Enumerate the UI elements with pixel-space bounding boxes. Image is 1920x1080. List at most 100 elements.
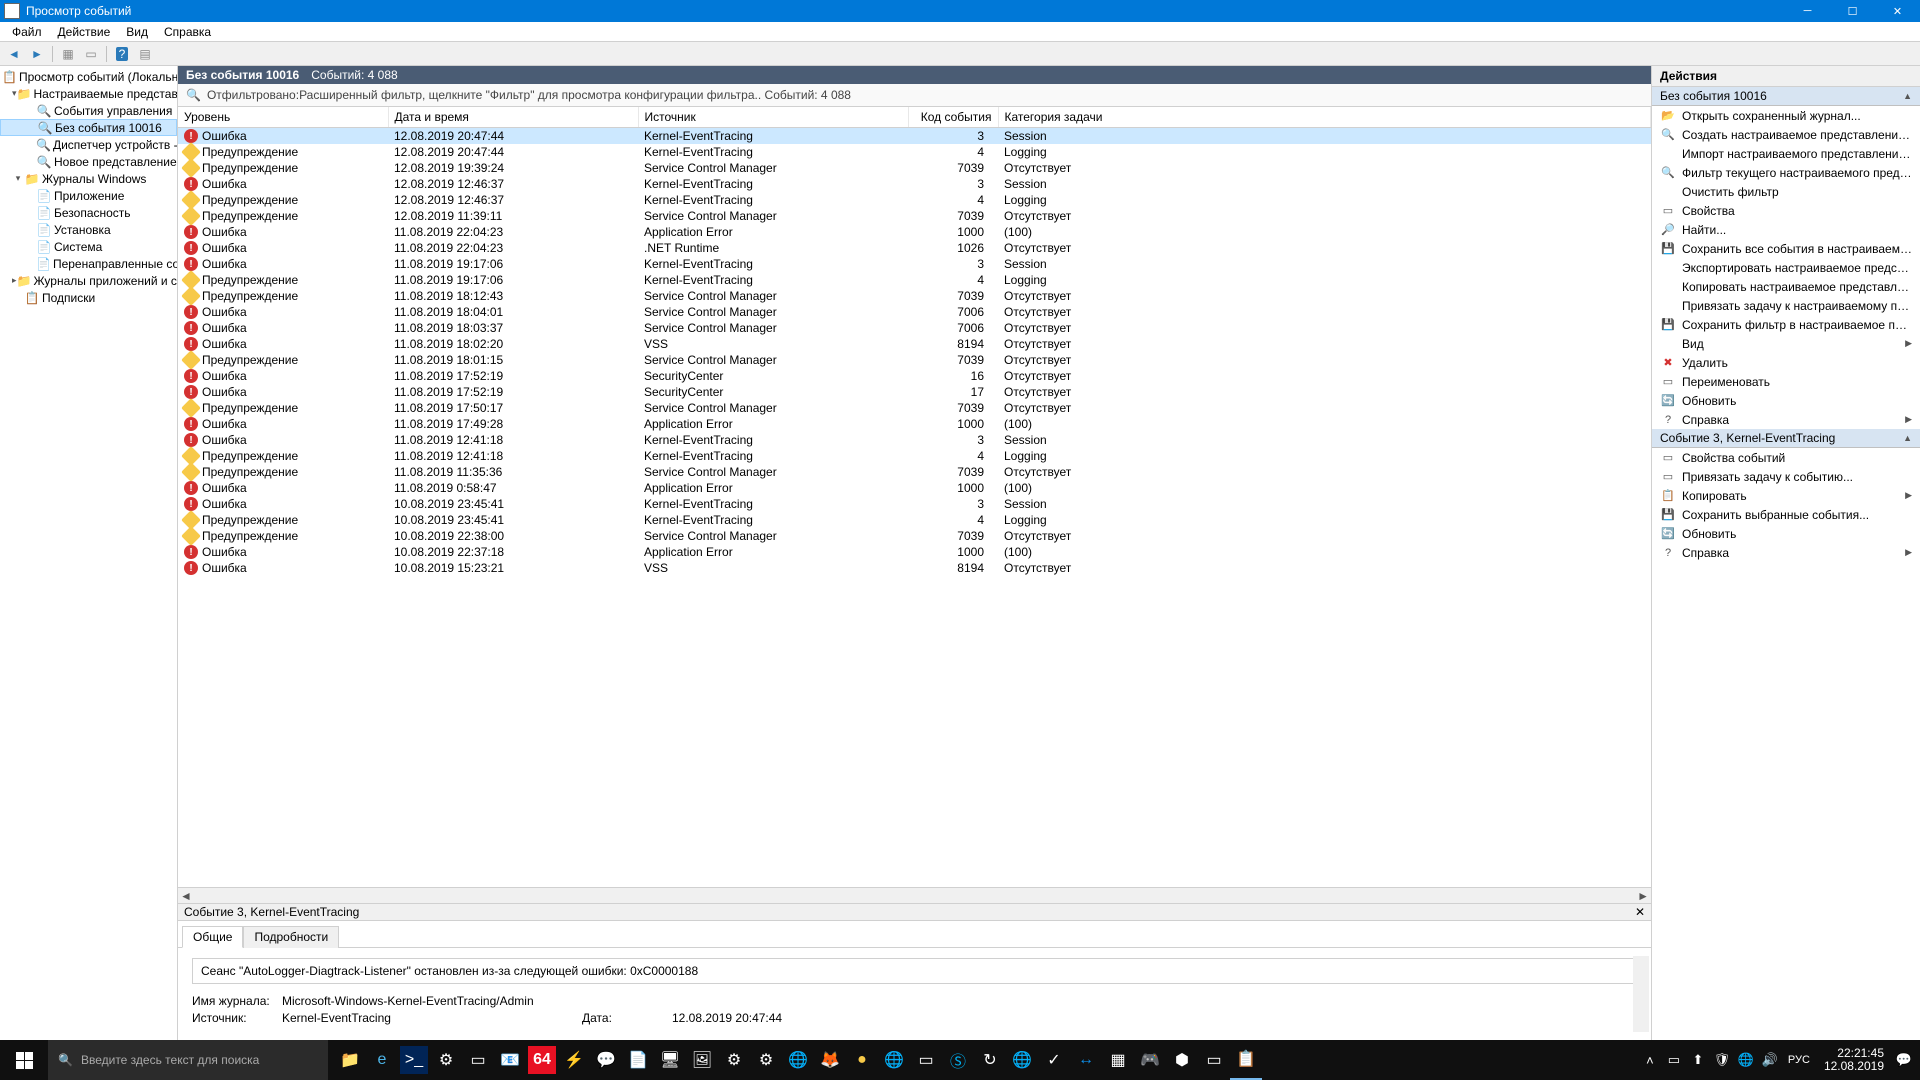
table-row[interactable]: !Ошибка10.08.2019 15:23:21VSS8194Отсутст… [178, 560, 1651, 576]
action-item[interactable]: Вид▶ [1652, 334, 1920, 353]
start-button[interactable] [0, 1040, 48, 1080]
tray-volume-icon[interactable]: 🔊 [1758, 1040, 1782, 1080]
taskbar-eventvwr-icon[interactable]: 📋 [1230, 1040, 1262, 1080]
action-item[interactable]: Копировать настраиваемое представление..… [1652, 277, 1920, 296]
tree-new-view[interactable]: 🔍Новое представление [0, 153, 177, 170]
tree-win-logs[interactable]: ▾📁Журналы Windows [0, 170, 177, 187]
action-item[interactable]: ?Справка▶ [1652, 543, 1920, 562]
action-item[interactable]: ▭Привязать задачу к событию... [1652, 467, 1920, 486]
table-row[interactable]: Предупреждение11.08.2019 18:12:43Service… [178, 288, 1651, 304]
event-grid[interactable]: Уровень Дата и время Источник Код событи… [178, 107, 1651, 576]
tree-device-mgr[interactable]: 🔍Диспетчер устройств - V [0, 136, 177, 153]
minimize-button[interactable]: ─ [1785, 0, 1830, 22]
action-item[interactable]: 💾Сохранить выбранные события... [1652, 505, 1920, 524]
taskbar-clock[interactable]: 22:21:45 12.08.2019 [1816, 1047, 1892, 1073]
col-source[interactable]: Источник [638, 107, 908, 128]
table-row[interactable]: Предупреждение10.08.2019 23:45:41Kernel-… [178, 512, 1651, 528]
properties-button[interactable]: ▭ [81, 44, 101, 64]
close-button[interactable]: ✕ [1875, 0, 1920, 22]
taskbar-aida64-icon[interactable]: 64 [528, 1046, 556, 1074]
event-grid-wrap[interactable]: Уровень Дата и время Источник Код событи… [178, 107, 1651, 887]
taskbar-teamviewer-icon[interactable]: ↔ [1070, 1040, 1102, 1080]
taskbar-app-icon[interactable]: ⚙ [430, 1040, 462, 1080]
tree-root[interactable]: 📋Просмотр событий (Локальный) [0, 68, 177, 85]
taskbar-app-icon[interactable]: ⚡ [558, 1040, 590, 1080]
table-row[interactable]: Предупреждение11.08.2019 18:01:15Service… [178, 352, 1651, 368]
taskbar-app-icon[interactable]: 🖥 [654, 1040, 686, 1080]
action-item[interactable]: 📋Копировать▶ [1652, 486, 1920, 505]
taskbar-app-icon[interactable]: ▭ [1198, 1040, 1230, 1080]
action-item[interactable]: 📂Открыть сохраненный журнал... [1652, 106, 1920, 125]
table-row[interactable]: !Ошибка11.08.2019 22:04:23Application Er… [178, 224, 1651, 240]
taskbar-app-icon[interactable]: 🌐 [1006, 1040, 1038, 1080]
tray-icon[interactable]: 🛡 [1710, 1040, 1734, 1080]
taskbar-edge-icon[interactable]: e [366, 1040, 398, 1080]
maximize-button[interactable]: ☐ [1830, 0, 1875, 22]
taskbar-skype-icon[interactable]: Ⓢ [942, 1040, 974, 1080]
taskbar-app-icon[interactable]: ● [846, 1040, 878, 1080]
toggle-button[interactable]: ▤ [135, 44, 155, 64]
taskbar-firefox-icon[interactable]: 🦊 [814, 1040, 846, 1080]
table-row[interactable]: !Ошибка11.08.2019 22:04:23.NET Runtime10… [178, 240, 1651, 256]
action-item[interactable]: Привязать задачу к настраиваемому предст… [1652, 296, 1920, 315]
taskbar-app-icon[interactable]: 🌐 [878, 1040, 910, 1080]
table-row[interactable]: !Ошибка12.08.2019 12:46:37Kernel-EventTr… [178, 176, 1651, 192]
tray-network-icon[interactable]: 🌐 [1734, 1040, 1758, 1080]
tree-admin-events[interactable]: 🔍События управления [0, 102, 177, 119]
horizontal-scrollbar[interactable]: ◄► [178, 887, 1651, 903]
action-item[interactable]: ✖Удалить [1652, 353, 1920, 372]
tray-icon[interactable]: ⬆ [1686, 1040, 1710, 1080]
action-item[interactable]: 💾Сохранить все события в настраиваемом п… [1652, 239, 1920, 258]
taskbar-search[interactable]: 🔍 Введите здесь текст для поиска [48, 1040, 328, 1080]
action-item[interactable]: ▭Свойства [1652, 201, 1920, 220]
tree-security[interactable]: 📄Безопасность [0, 204, 177, 221]
taskbar-app-icon[interactable]: 🎮 [1134, 1040, 1166, 1080]
action-item[interactable]: ▭Свойства событий [1652, 448, 1920, 467]
taskbar-app-icon[interactable]: 💬 [590, 1040, 622, 1080]
forward-button[interactable]: ► [27, 44, 47, 64]
tree-system[interactable]: 📄Система [0, 238, 177, 255]
table-row[interactable]: !Ошибка11.08.2019 18:04:01Service Contro… [178, 304, 1651, 320]
table-row[interactable]: !Ошибка11.08.2019 17:52:19SecurityCenter… [178, 368, 1651, 384]
menu-action[interactable]: Действие [50, 24, 119, 40]
table-row[interactable]: Предупреждение12.08.2019 19:39:24Service… [178, 160, 1651, 176]
collapse-icon[interactable]: ▲ [1903, 433, 1912, 443]
tab-details[interactable]: Подробности [243, 926, 339, 948]
taskbar-powershell-icon[interactable]: >_ [400, 1046, 428, 1074]
action-item[interactable]: Импорт настраиваемого представления... [1652, 144, 1920, 163]
tree-app-svc-logs[interactable]: ▸📁Журналы приложений и служб [0, 272, 177, 289]
tree-application[interactable]: 📄Приложение [0, 187, 177, 204]
table-row[interactable]: !Ошибка11.08.2019 17:49:28Application Er… [178, 416, 1651, 432]
tray-lang[interactable]: РУС [1782, 1040, 1816, 1080]
tree-custom-views[interactable]: ▾📁Настраиваемые представления [0, 85, 177, 102]
table-row[interactable]: Предупреждение12.08.2019 20:47:44Kernel-… [178, 144, 1651, 160]
tree-no-event-10016[interactable]: 🔍Без события 10016 [0, 119, 177, 136]
detail-close-icon[interactable]: ✕ [1635, 905, 1645, 919]
table-row[interactable]: !Ошибка10.08.2019 23:45:41Kernel-EventTr… [178, 496, 1651, 512]
taskbar-app-icon[interactable]: ⚙ [750, 1040, 782, 1080]
col-datetime[interactable]: Дата и время [388, 107, 638, 128]
tray-icon[interactable]: ▭ [1662, 1040, 1686, 1080]
table-row[interactable]: Предупреждение11.08.2019 17:50:17Service… [178, 400, 1651, 416]
taskbar-app-icon[interactable]: ✓ [1038, 1040, 1070, 1080]
col-eventid[interactable]: Код события [908, 107, 998, 128]
taskbar-app-icon[interactable]: ↻ [974, 1040, 1006, 1080]
taskbar-settings-icon[interactable]: ⚙ [718, 1040, 750, 1080]
table-row[interactable]: !Ошибка11.08.2019 19:17:06Kernel-EventTr… [178, 256, 1651, 272]
taskbar-photos-icon[interactable]: 🖼 [686, 1040, 718, 1080]
action-item[interactable]: Экспортировать настраиваемое представлен… [1652, 258, 1920, 277]
table-row[interactable]: !Ошибка11.08.2019 0:58:47Application Err… [178, 480, 1651, 496]
taskbar-explorer-icon[interactable]: 📁 [334, 1040, 366, 1080]
table-row[interactable]: Предупреждение11.08.2019 11:35:36Service… [178, 464, 1651, 480]
detail-scrollbar[interactable] [1633, 956, 1649, 1032]
table-row[interactable]: !Ошибка10.08.2019 22:37:18Application Er… [178, 544, 1651, 560]
tray-expand-icon[interactable]: ˄ [1638, 1040, 1662, 1080]
action-item[interactable]: 🔍Создать настраиваемое представление... [1652, 125, 1920, 144]
taskbar-app-icon[interactable]: ⬢ [1166, 1040, 1198, 1080]
action-item[interactable]: 🔍Фильтр текущего настраиваемого представ… [1652, 163, 1920, 182]
action-item[interactable]: 🔄Обновить [1652, 391, 1920, 410]
action-item[interactable]: ▭Переименовать [1652, 372, 1920, 391]
taskbar-app-icon[interactable]: 📧 [494, 1040, 526, 1080]
menu-view[interactable]: Вид [118, 24, 156, 40]
tray-notifications-icon[interactable]: 💬 [1892, 1040, 1916, 1080]
